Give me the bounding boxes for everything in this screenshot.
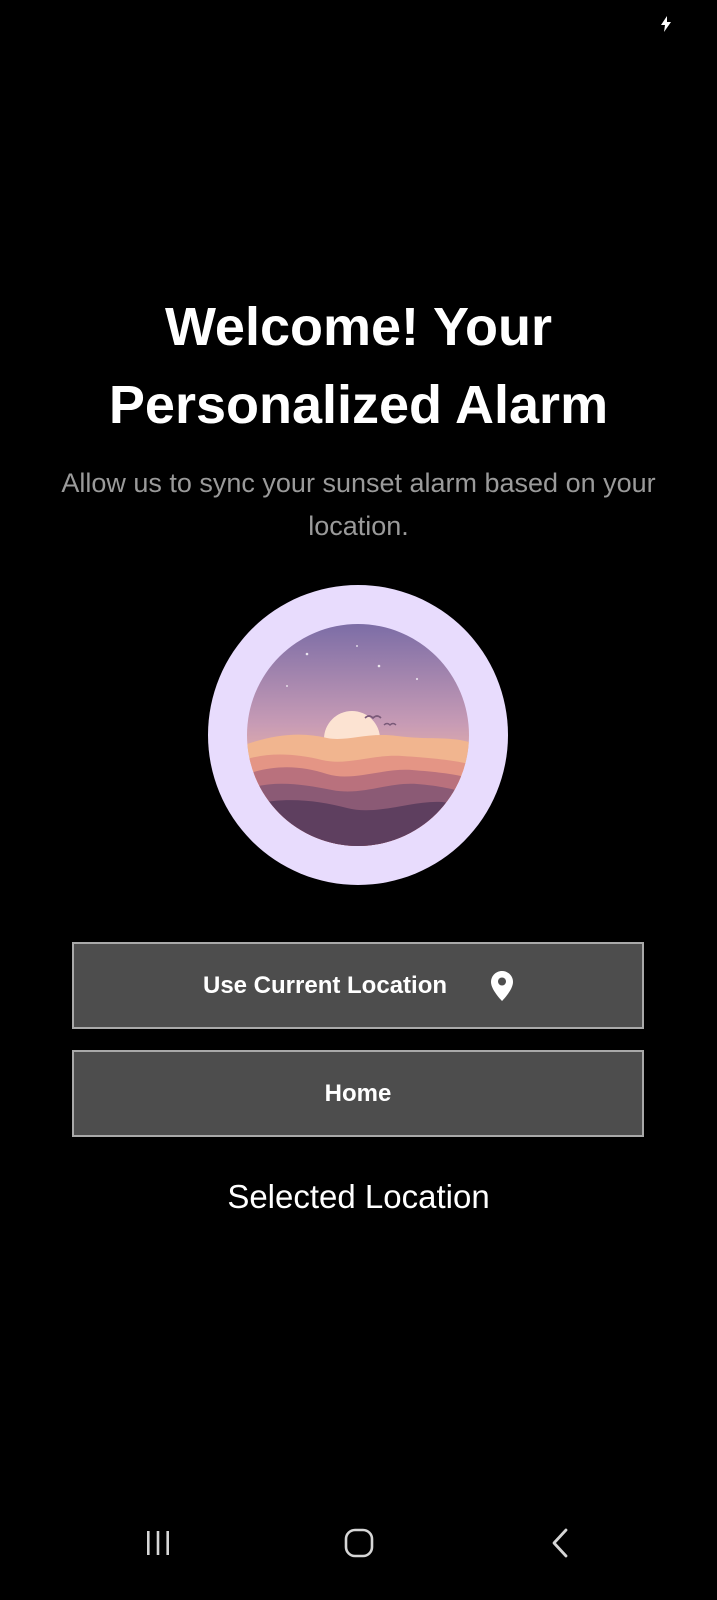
back-icon <box>552 1528 568 1558</box>
page-subtitle-line2: location. <box>308 511 409 541</box>
page-title-line2: Personalized Alarm <box>108 375 609 435</box>
page-subtitle: Allow us to sync your sunset alarm based… <box>12 462 705 548</box>
sunset-illustration <box>208 585 508 885</box>
use-current-location-label: Use Current Location <box>202 971 448 999</box>
use-current-location-button[interactable]: Use Current Location <box>72 942 644 1029</box>
charging-bolt-icon <box>661 16 671 32</box>
selected-location-label: Selected Location <box>227 1178 490 1215</box>
page-title: Welcome! Your Personalized Alarm <box>0 288 717 444</box>
system-nav-bar <box>0 1490 717 1600</box>
page-subtitle-line1: Allow us to sync your sunset alarm based… <box>61 468 656 498</box>
status-bar <box>0 0 717 50</box>
back-button[interactable] <box>530 1518 590 1568</box>
home-button[interactable] <box>329 1518 389 1568</box>
recents-icon <box>147 1531 169 1555</box>
sunset-landscape-illustration <box>247 624 469 846</box>
home-location-label: Home <box>324 1079 392 1107</box>
page-title-line1: Welcome! Your <box>164 297 553 357</box>
home-icon <box>344 1528 374 1558</box>
home-location-button[interactable]: Home <box>72 1050 644 1137</box>
map-pin-icon <box>491 970 514 1001</box>
recents-button[interactable] <box>128 1518 188 1568</box>
